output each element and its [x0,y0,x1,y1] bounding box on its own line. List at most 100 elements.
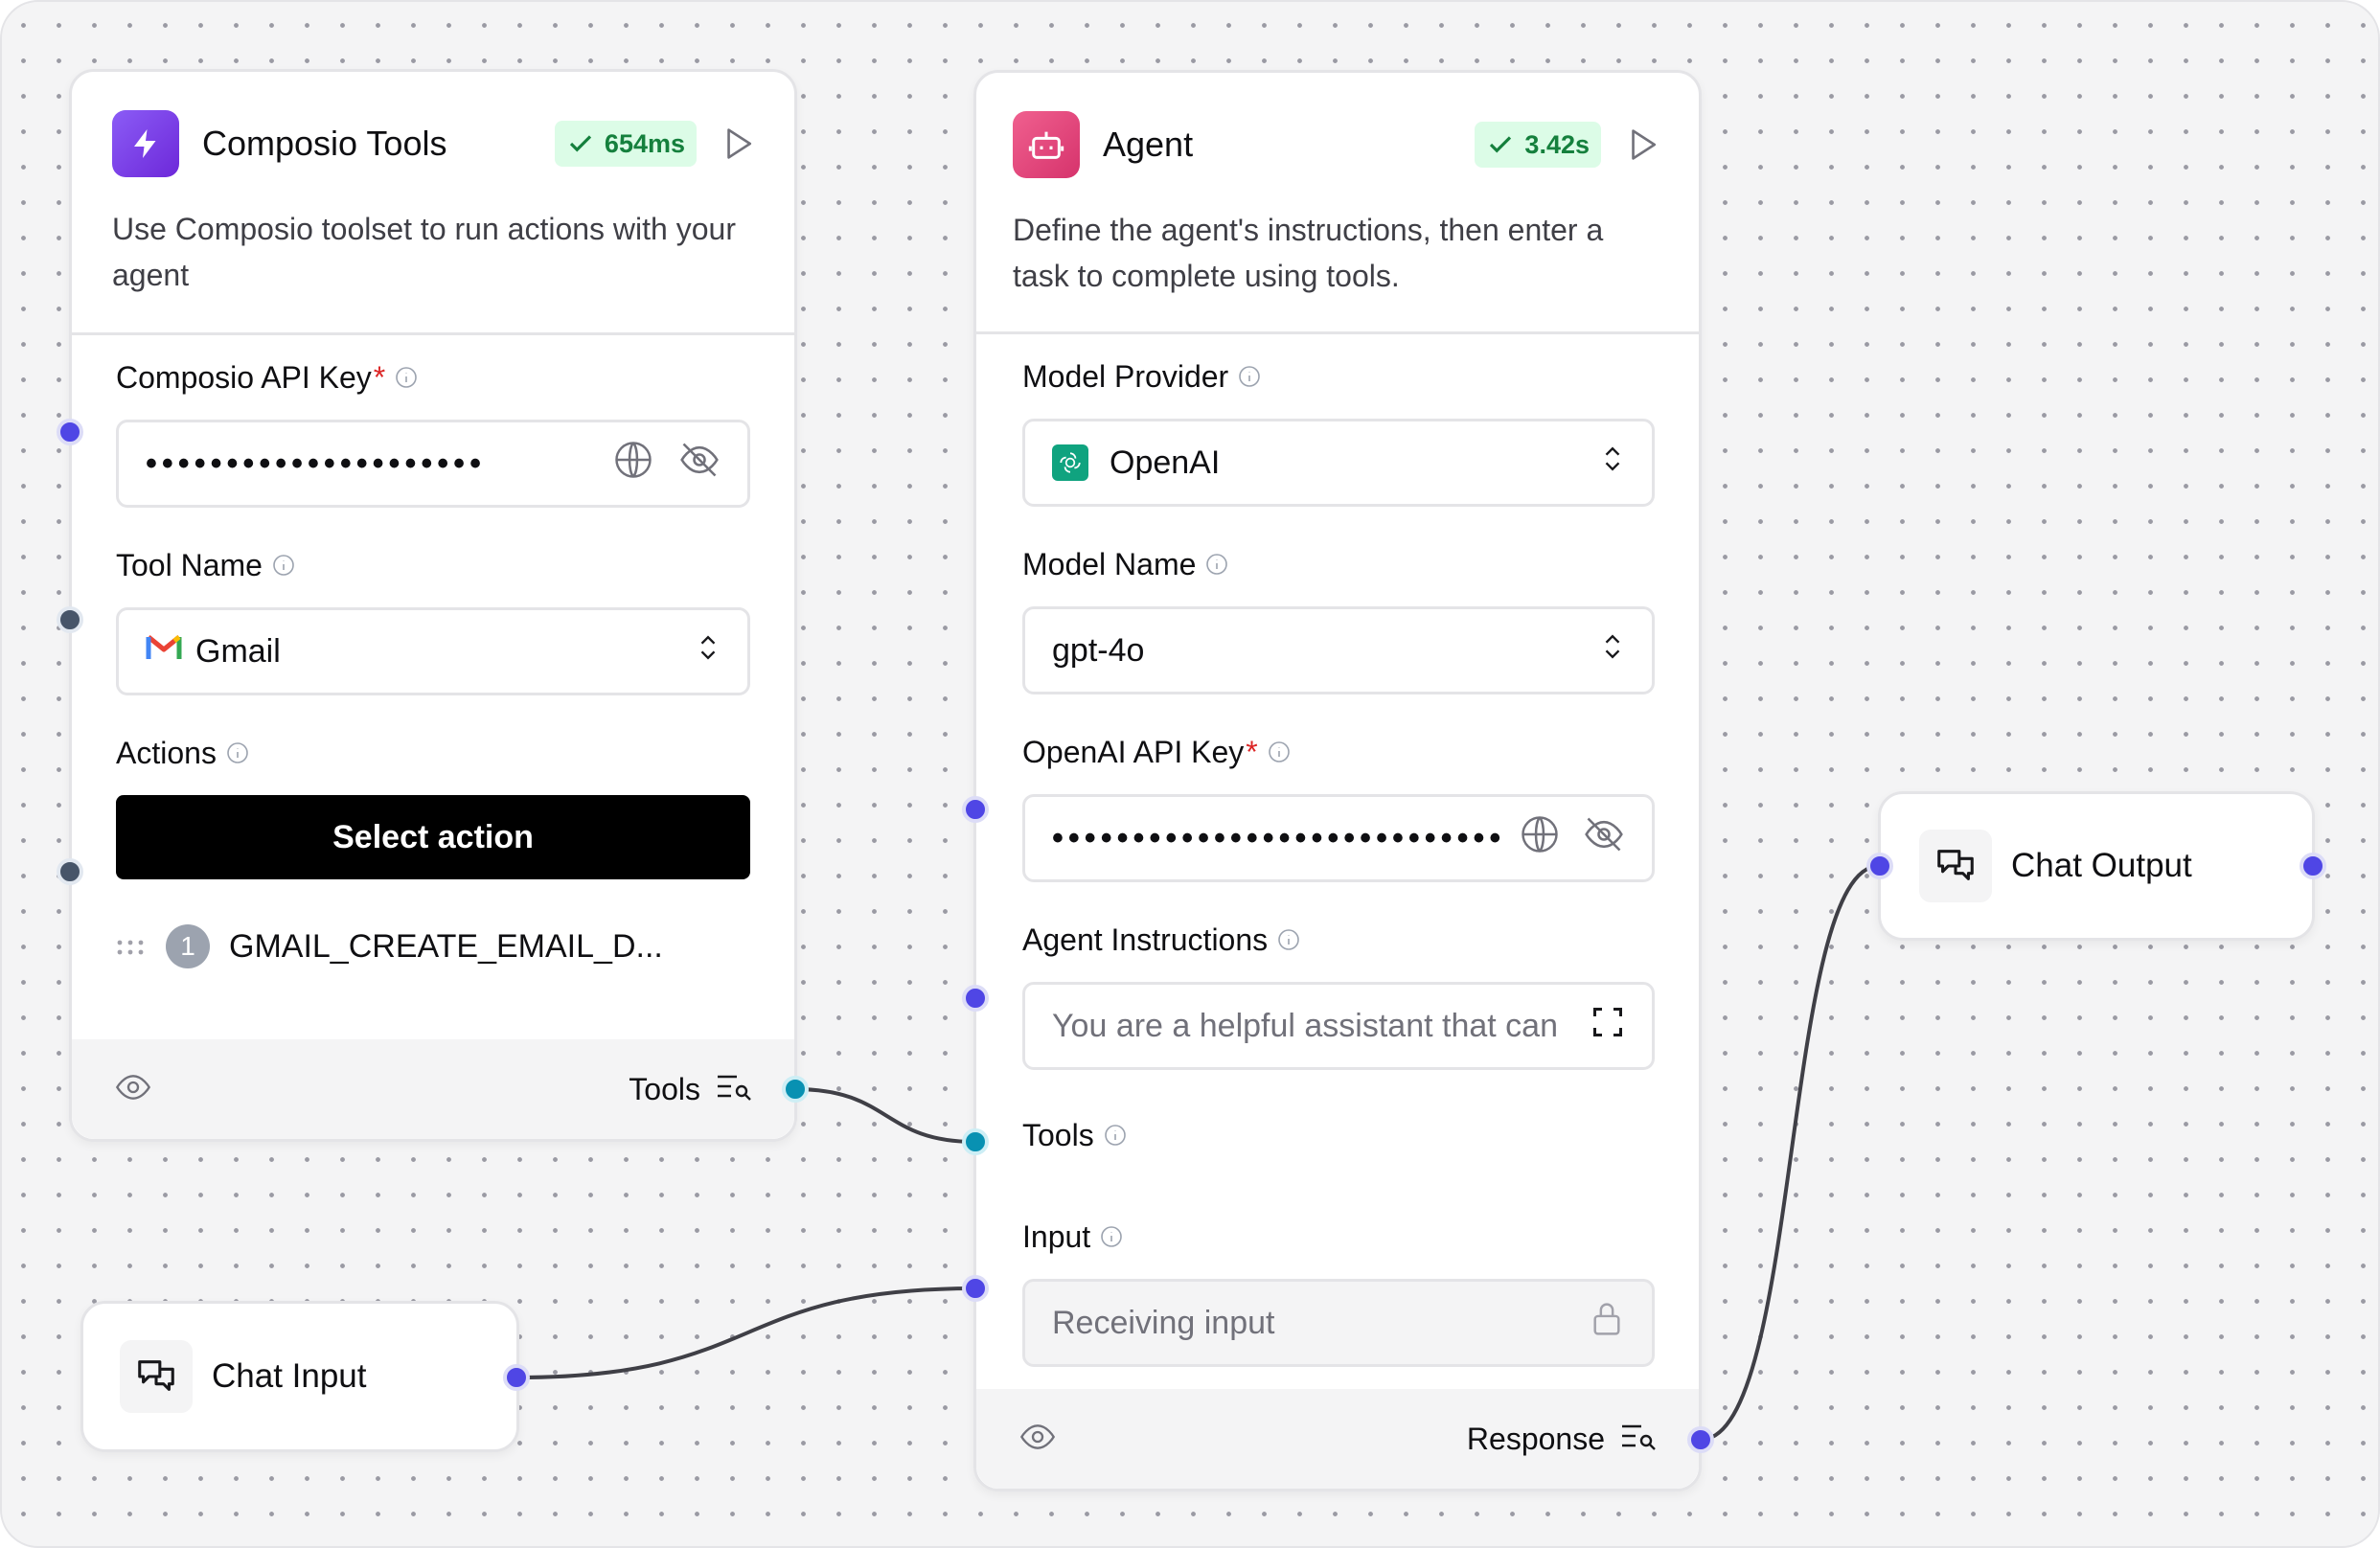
tools-field: Tools [976,1114,1699,1156]
status-badge: 654ms [554,121,697,167]
select-action-button[interactable]: Select action [116,795,750,879]
handle-tool-name-input[interactable] [57,606,83,633]
agent-header: Agent 3.42s Define the agent's instructi… [976,73,1699,299]
agent-instructions-input[interactable]: You are a helpful assistant that can [1022,982,1655,1070]
agent-node[interactable]: Agent 3.42s Define the agent's instructi… [973,70,1702,1491]
field-label: OpenAI API Key [1022,734,1245,769]
field-label: Tool Name [116,547,263,582]
receiving-input-field: Receiving input [1022,1279,1655,1367]
info-icon[interactable] [1104,1124,1127,1147]
info-icon[interactable] [272,554,295,577]
node-description: Define the agent's instructions, then en… [1013,213,1604,293]
chat-input-node[interactable]: Chat Input [80,1301,519,1452]
tool-name-select[interactable]: Gmail [116,607,750,695]
handle-agent-input[interactable] [962,1275,989,1302]
node-title: Chat Output [2011,847,2192,884]
drag-handle-icon[interactable] [116,928,145,966]
agent-footer: Response [976,1389,1699,1489]
field-label: Actions [116,735,217,770]
list-search-icon[interactable] [1620,1421,1657,1458]
openai-api-key-field: OpenAI API Key * ••••••••••••••••••••••••… [976,731,1699,882]
output-label: Tools [629,1071,700,1106]
chevron-updown-icon [1600,442,1625,485]
chat-output-node[interactable]: Chat Output [1878,791,2315,941]
run-time: 654ms [604,128,685,158]
node-title: Chat Input [212,1357,367,1395]
info-icon[interactable] [1205,553,1228,576]
composio-footer: Tools [72,1039,794,1139]
eye-icon[interactable] [1018,1418,1057,1461]
handle-chat-output-output[interactable] [2300,853,2326,879]
info-icon[interactable] [1268,740,1291,763]
play-icon[interactable] [721,126,756,161]
expand-icon[interactable] [1590,1005,1625,1048]
required-marker: * [373,359,386,395]
check-icon [1490,136,1512,153]
handle-chat-input-output[interactable] [503,1364,530,1391]
selected-value: gpt-4o [1052,631,1145,669]
masked-value: ••••••••••••••••••••• [146,444,486,482]
field-label: Tools [1022,1117,1094,1152]
gmail-icon [146,633,182,671]
handle-composio-tools-output[interactable] [782,1076,809,1103]
composio-header: Composio Tools 654ms Use Composio toolse… [72,72,794,298]
model-name-field: Model Name gpt-4o [976,543,1699,694]
node-description: Use Composio toolset to run actions with… [112,212,736,292]
globe-icon[interactable] [613,440,653,489]
field-label: Composio API Key [116,359,372,395]
field-label: Agent Instructions [1022,922,1269,957]
node-title: Composio Tools [202,124,447,163]
composio-api-key-input[interactable]: ••••••••••••••••••••• [116,420,750,508]
lock-icon [1589,1300,1625,1347]
info-icon[interactable] [226,741,249,764]
agent-instructions-field: Agent Instructions You are a helpful ass… [976,919,1699,1070]
handle-agent-tools-input[interactable] [962,1128,989,1155]
handle-actions-input[interactable] [57,858,83,885]
info-icon[interactable] [1277,928,1300,951]
chevron-updown-icon [1600,629,1625,672]
chevron-updown-icon [696,630,721,673]
globe-icon[interactable] [1520,814,1560,863]
field-label: Model Provider [1022,358,1229,394]
info-icon[interactable] [395,366,418,389]
handle-chat-output-input[interactable] [1866,853,1893,879]
input-placeholder: Receiving input [1052,1304,1275,1341]
robot-icon [1013,111,1080,178]
play-icon[interactable] [1626,127,1660,162]
list-search-icon[interactable] [716,1071,752,1108]
selected-value: Gmail [195,632,281,670]
chat-bubbles-icon [1919,830,1992,902]
chat-bubbles-icon [120,1340,193,1413]
status-badge: 3.42s [1475,122,1601,168]
openai-icon [1052,444,1088,481]
instructions-placeholder: You are a helpful assistant that can [1052,1007,1558,1044]
action-list-item[interactable]: 1 GMAIL_CREATE_EMAIL_D... [116,918,750,975]
actions-field: Actions Select action 1 GMAIL_CREATE_EMA… [72,732,794,975]
masked-value: •••••••••••••••••••••••••••• [1052,819,1506,856]
composio-api-key-field: Composio API Key * ••••••••••••••••••••• [72,356,794,508]
model-name-select[interactable]: gpt-4o [1022,606,1655,694]
info-icon[interactable] [1100,1225,1123,1248]
handle-agent-response-output[interactable] [1687,1426,1714,1453]
action-number: 1 [166,924,210,968]
info-icon[interactable] [1238,365,1261,388]
tool-name-field: Tool Name Gmail [72,544,794,695]
eye-off-icon[interactable] [678,439,721,489]
action-label: GMAIL_CREATE_EMAIL_D... [229,927,663,965]
output-label: Response [1466,1421,1605,1456]
field-label: Model Name [1022,546,1197,581]
handle-openai-api-key-input[interactable] [962,796,989,823]
divider [976,331,1699,334]
eye-icon[interactable] [114,1068,152,1111]
composio-tools-node[interactable]: Composio Tools 654ms Use Composio toolse… [69,69,797,1142]
node-title: Agent [1103,125,1194,164]
model-provider-field: Model Provider OpenAI [976,355,1699,507]
model-provider-select[interactable]: OpenAI [1022,419,1655,507]
divider [72,332,794,335]
openai-api-key-input[interactable]: •••••••••••••••••••••••••••• [1022,794,1655,882]
eye-off-icon[interactable] [1583,813,1625,864]
handle-agent-instructions-input[interactable] [962,985,989,1012]
selected-value: OpenAI [1110,444,1221,481]
handle-composio-api-key-input[interactable] [57,419,83,445]
lightning-icon [112,110,179,177]
